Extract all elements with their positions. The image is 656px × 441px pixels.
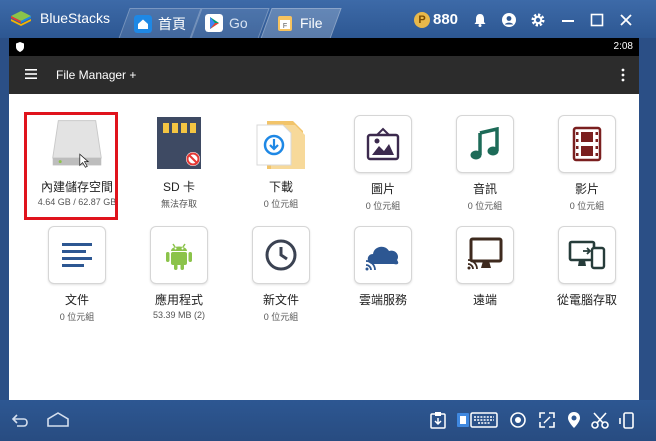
account-icon[interactable] [501, 12, 517, 28]
grid-item-sub: 無法存取 [160, 199, 197, 209]
coin-balance[interactable]: 880 [433, 11, 458, 28]
grid-item-label: 從電腦存取 [556, 293, 617, 307]
overflow-menu-icon[interactable] [621, 68, 625, 82]
minimize-icon[interactable] [560, 12, 576, 28]
home-button-icon[interactable] [46, 410, 70, 430]
document-icon [62, 243, 92, 267]
grid-item-remote[interactable]: 遠端 [435, 226, 535, 310]
bluestacks-logo-icon [11, 11, 31, 26]
sd-card-icon [157, 117, 201, 169]
grid-item-sub: 0 位元組 [263, 199, 299, 209]
grid-item-video[interactable]: 影片 0 位元組 [537, 115, 637, 212]
grid-item-label: 音訊 [472, 182, 497, 196]
grid-item-sd-card[interactable]: SD 卡 無法存取 [129, 115, 229, 210]
tile [354, 115, 412, 173]
bell-icon[interactable] [472, 12, 488, 28]
film-icon [572, 126, 602, 162]
home-icon [134, 15, 152, 33]
app-title: File Manager + [56, 68, 137, 82]
brand-name: BlueStacks [40, 10, 111, 26]
location-radar-icon[interactable] [508, 410, 528, 430]
android-icon [166, 243, 192, 270]
location-pin-icon[interactable] [564, 410, 584, 430]
tile [354, 226, 412, 284]
tile [456, 226, 514, 284]
fullscreen-icon[interactable] [537, 410, 557, 430]
pc-access-icon [568, 240, 606, 270]
grid-item-sub: 53.39 MB (2) [152, 310, 206, 320]
grid-item-label: SD 卡 [162, 180, 195, 194]
rotate-device-icon[interactable] [618, 410, 638, 430]
grid-item-downloads[interactable]: 下載 0 位元組 [231, 115, 331, 210]
tab-file-manager-label: File [300, 15, 323, 31]
file-manager-icon: F [278, 16, 292, 31]
keyboard-icon[interactable] [456, 410, 498, 430]
grid-item-apps[interactable]: 應用程式 53.39 MB (2) [129, 226, 229, 320]
grid-item-pc-access[interactable]: 從電腦存取 [537, 226, 637, 310]
scissors-icon[interactable] [590, 410, 610, 430]
svg-text:F: F [283, 23, 287, 30]
grid-item-audio[interactable]: 音訊 0 位元組 [435, 115, 535, 212]
grid-item-sub: 0 位元組 [365, 201, 401, 211]
install-apk-icon[interactable] [428, 410, 448, 430]
back-icon[interactable] [10, 410, 30, 430]
coin-icon: P [414, 12, 430, 28]
grid-item-sub: 0 位元組 [569, 201, 605, 211]
grid-item-label: 下載 [268, 180, 293, 194]
maximize-icon[interactable] [589, 12, 605, 28]
gear-icon[interactable] [530, 12, 546, 28]
grid-item-sub: 0 位元組 [467, 201, 503, 211]
grid-item-sub: 0 位元組 [263, 312, 299, 322]
cloud-icon [365, 246, 399, 271]
grid-item-documents[interactable]: 文件 0 位元組 [27, 226, 127, 323]
tile [151, 115, 207, 171]
tile [558, 226, 616, 284]
tile [253, 115, 309, 171]
music-note-icon [470, 127, 499, 160]
grid-item-cloud[interactable]: 雲端服務 [333, 226, 433, 310]
tab-google-play-label: Go [229, 15, 248, 31]
grid-item-sub: 0 位元組 [59, 312, 95, 322]
app-bar: File Manager + [9, 56, 639, 94]
tile [558, 115, 616, 173]
close-icon[interactable] [618, 12, 634, 28]
remote-monitor-icon [467, 237, 503, 270]
tile [48, 226, 106, 284]
bluestacks-window: BlueStacks 首頁 Go F File P 880 2:08 File … [0, 0, 656, 441]
grid-item-label: 遠端 [472, 293, 497, 307]
status-time: 2:08 [613, 41, 633, 52]
picture-icon [366, 127, 400, 161]
grid-item-label: 圖片 [370, 182, 395, 196]
tile [456, 115, 514, 173]
shield-icon [16, 42, 24, 52]
selection-highlight [24, 112, 118, 220]
tab-home-label: 首頁 [158, 16, 186, 32]
bottom-bar [0, 400, 656, 441]
hamburger-menu-icon[interactable] [25, 68, 37, 80]
clock-icon [265, 239, 297, 271]
status-bar: 2:08 [9, 38, 639, 56]
tile [252, 226, 310, 284]
play-store-icon [205, 14, 223, 32]
grid-item-label: 新文件 [262, 293, 299, 307]
title-bar: BlueStacks 首頁 Go F File P 880 [0, 0, 656, 39]
grid-item-recent-files[interactable]: 新文件 0 位元組 [231, 226, 331, 323]
download-folder-icon [256, 121, 305, 169]
grid-item-label: 應用程式 [154, 293, 203, 307]
grid-item-label: 雲端服務 [358, 293, 407, 307]
grid-item-pictures[interactable]: 圖片 0 位元組 [333, 115, 433, 212]
tile [150, 226, 208, 284]
grid-item-label: 影片 [574, 182, 599, 196]
grid-item-label: 文件 [64, 293, 89, 307]
